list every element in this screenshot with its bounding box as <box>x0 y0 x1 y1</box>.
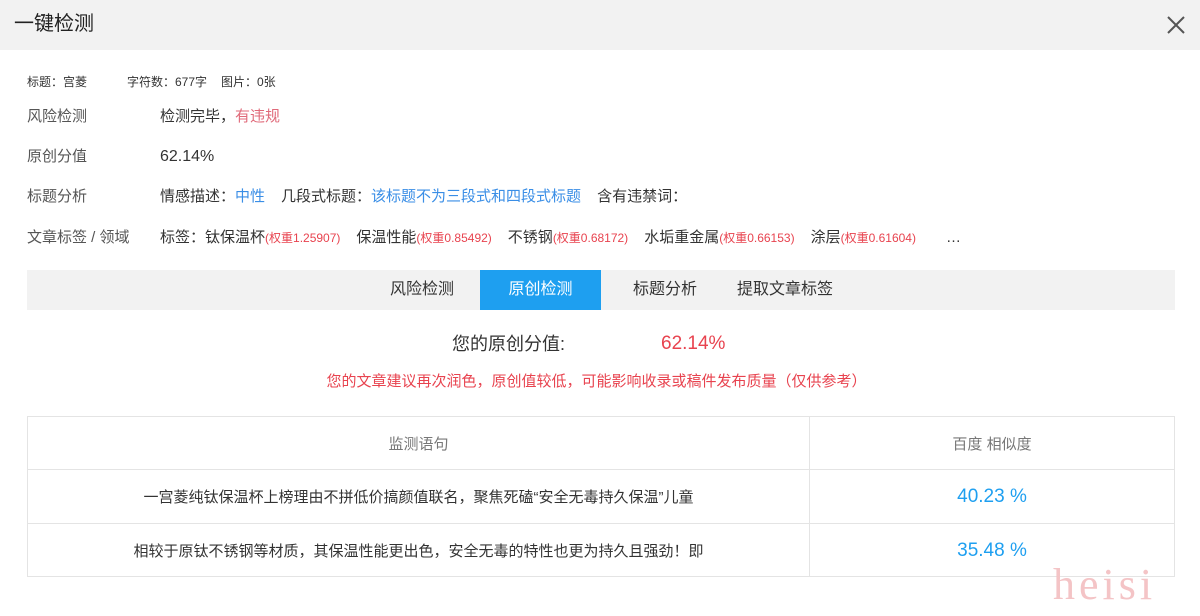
watermark: heisi <box>1053 560 1157 609</box>
originality-value: 62.14% <box>160 148 215 165</box>
emotion-value: 中性 <box>235 188 266 205</box>
column-header-similarity: 百度 相似度 <box>952 435 1032 453</box>
tab-originality-check[interactable]: 原创检测 <box>480 270 601 310</box>
tag-item: 不锈钢(权重0.68172) <box>507 229 629 246</box>
emotion-label: 情感描述： <box>160 188 236 205</box>
meta-title: 标题：宫菱 <box>27 75 88 89</box>
article-meta: 标题：宫菱 字符数：677字 图片：0张 <box>27 73 276 91</box>
title-analysis-label: 标题分析 <box>27 188 88 205</box>
tab-title-analysis[interactable]: 标题分析 <box>615 270 715 310</box>
risk-value: 检测完毕，有违规 <box>160 106 280 128</box>
forbidden-label: 含有违禁词： <box>597 188 688 205</box>
advice-text: 您的文章建议再次润色，原创值较低，可能影响收录或稿件发布质量（仅供参考） <box>326 373 867 390</box>
tags-value: 标签：钛保温杯(权重1.25907) 保温性能(权重0.85492) 不锈钢(权重0… <box>160 227 961 249</box>
title-analysis-value: 情感描述：中性 几段式标题：该标题不为三段式和四段式标题 含有违禁词： <box>160 186 687 208</box>
segment-label: 几段式标题： <box>281 188 372 205</box>
tag-item: 保温性能(权重0.85492) <box>356 229 492 246</box>
table-row: 一宫菱纯钛保温杯上榜理由不拼低价搞颜值联名，聚焦死磕“安全无毒持久保温”儿童 4… <box>28 470 1174 524</box>
risk-label: 风险检测 <box>27 108 88 125</box>
score-value: 62.14% <box>661 333 726 354</box>
close-icon[interactable] <box>1162 11 1190 39</box>
score-label: 您的原创分值: <box>452 334 566 354</box>
tab-risk-check[interactable]: 风险检测 <box>372 270 472 310</box>
tab-extract-tags[interactable]: 提取文章标签 <box>727 270 843 310</box>
row-similarity: 40.23 % <box>957 485 1027 507</box>
segment-value: 该标题不为三段式和四段式标题 <box>371 188 582 205</box>
table-row: 相较于原钛不锈钢等材质，其保温性能更出色，安全无毒的特性也更为持久且强劲！即 3… <box>28 524 1174 577</box>
dialog-header: 一键检测 <box>0 0 1200 50</box>
tab-bar: 风险检测 原创检测 标题分析 提取文章标签 <box>27 270 1175 310</box>
row-sentence: 相较于原钛不锈钢等材质，其保温性能更出色，安全无毒的特性也更为持久且强劲！即 <box>28 524 810 577</box>
row-sentence: 一宫菱纯钛保温杯上榜理由不拼低价搞颜值联名，聚焦死磕“安全无毒持久保温”儿童 <box>28 470 810 523</box>
tags-label: 文章标签 / 领域 <box>27 229 130 246</box>
tag-item: 水垢重金属(权重0.66153) <box>644 229 795 246</box>
meta-char-count: 字符数：677字 <box>127 75 208 89</box>
similarity-table: 监测语句 百度 相似度 一宫菱纯钛保温杯上榜理由不拼低价搞颜值联名，聚焦死磕“安… <box>27 416 1175 577</box>
tags-more[interactable]: … <box>946 229 961 246</box>
originality-label: 原创分值 <box>27 148 88 165</box>
meta-image-count: 图片：0张 <box>221 75 276 89</box>
tag-item: 涂层(权重0.61604) <box>810 229 916 246</box>
tag-item: 钛保温杯(权重1.25907) <box>205 229 341 246</box>
table-header: 监测语句 百度 相似度 <box>28 417 1174 470</box>
risk-status: 检测完毕， <box>160 108 236 125</box>
tags-prefix: 标签： <box>160 229 206 246</box>
risk-result: 有违规 <box>235 108 281 125</box>
column-header-sentence: 监测语句 <box>28 417 810 469</box>
dialog-title: 一键检测 <box>14 13 94 35</box>
